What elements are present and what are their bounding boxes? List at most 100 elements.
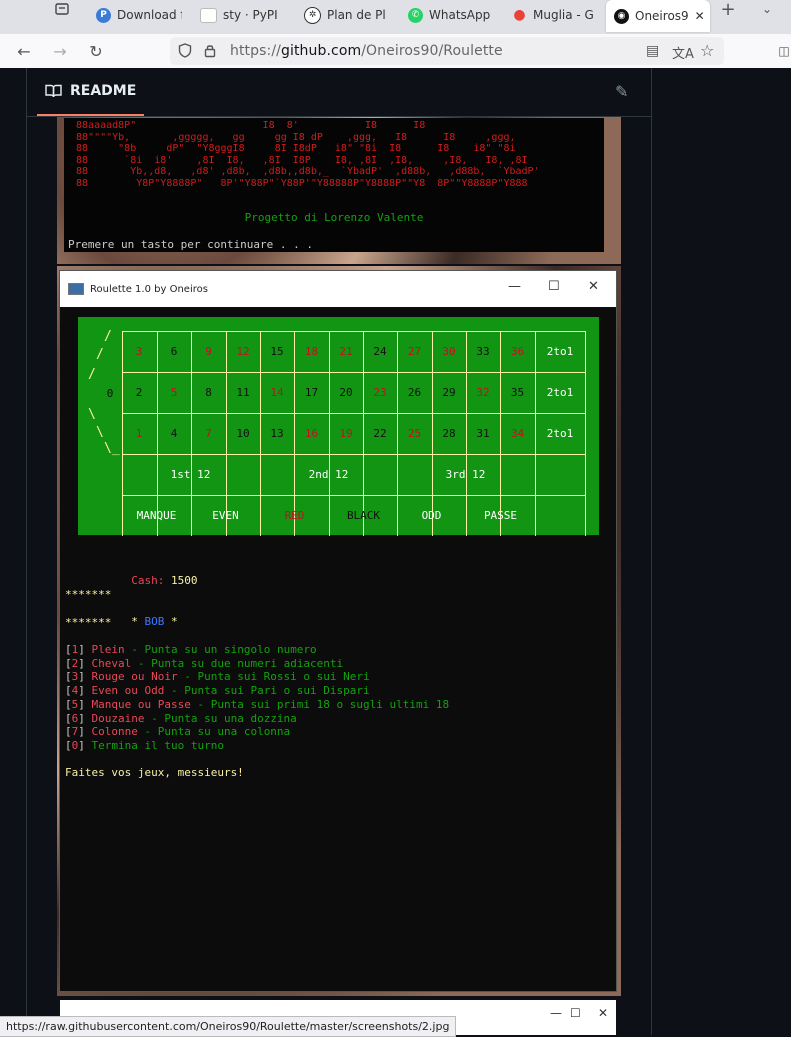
- menu-option[interactable]: [0] Termina il tuo turno: [65, 739, 224, 752]
- number-cell[interactable]: 4: [157, 427, 191, 440]
- menu-option[interactable]: [3] Rouge ou Noir - Punta sui Rossi o su…: [65, 670, 370, 683]
- number-cell[interactable]: 14: [260, 386, 294, 399]
- chevron-down-icon[interactable]: ⌄: [755, 0, 779, 18]
- close-button[interactable]: ✕: [598, 1006, 608, 1020]
- readme-header: README ✎: [27, 68, 651, 117]
- tab-list-icon[interactable]: [50, 0, 74, 18]
- readme-box: README ✎ 88aaaad8P" I8 8' I8 I8 88""""Yb…: [26, 68, 652, 1035]
- number-cell[interactable]: 28: [432, 427, 466, 440]
- grid-line: [122, 413, 585, 414]
- chatgpt-icon: ✲: [304, 6, 321, 24]
- dozen-cell[interactable]: 3rd 12: [397, 468, 534, 481]
- tab-pypi[interactable]: sty · PyPI: [200, 0, 280, 30]
- forward-button[interactable]: →: [48, 39, 72, 63]
- close-button[interactable]: ✕: [588, 279, 599, 294]
- outside-bet-cell[interactable]: BLACK: [329, 509, 398, 522]
- tab-github[interactable]: ◉ Oneiros9 ✕: [606, 0, 710, 32]
- credit-text: Progetto di Lorenzo Valente: [244, 211, 424, 224]
- table-edge: /: [96, 347, 104, 362]
- reload-button[interactable]: ↻: [84, 39, 108, 63]
- close-icon[interactable]: ✕: [695, 9, 705, 23]
- console-window: Roulette 1.0 by Oneiros — ☐ ✕ / / / \ \ …: [60, 271, 616, 991]
- column-bet-cell[interactable]: 2to1: [535, 427, 585, 440]
- menu-option[interactable]: [6] Douzaine - Punta su una dozzina: [65, 712, 297, 725]
- menu-option[interactable]: [2] Cheval - Punta su due numeri adiacen…: [65, 657, 343, 670]
- zero-cell[interactable]: 0: [100, 387, 120, 400]
- number-cell[interactable]: 26: [397, 386, 432, 399]
- menu-option[interactable]: [7] Colonne - Punta su una colonna: [65, 725, 290, 738]
- status-bar-url: https://raw.githubusercontent.com/Oneiro…: [0, 1016, 457, 1037]
- outside-bet-cell[interactable]: RED: [260, 509, 329, 522]
- star-icon[interactable]: ☆: [700, 41, 714, 60]
- number-cell[interactable]: 32: [466, 386, 500, 399]
- press-key-text: Premere un tasto per continuare . . .: [68, 238, 314, 251]
- number-cell[interactable]: 7: [191, 427, 226, 440]
- number-cell[interactable]: 21: [329, 345, 363, 358]
- number-cell[interactable]: 31: [466, 427, 500, 440]
- number-cell[interactable]: 9: [191, 345, 226, 358]
- url-text: https://github.com/Oneiros90/Roulette: [230, 43, 503, 59]
- number-cell[interactable]: 6: [157, 345, 191, 358]
- window-titlebar: Roulette 1.0 by Oneiros — ☐ ✕: [60, 271, 616, 307]
- number-cell[interactable]: 17: [294, 386, 329, 399]
- number-cell[interactable]: 10: [226, 427, 260, 440]
- dozen-cell[interactable]: 1st 12: [122, 468, 259, 481]
- maximize-button[interactable]: ☐: [570, 1006, 581, 1020]
- number-cell[interactable]: 35: [500, 386, 535, 399]
- number-cell[interactable]: 20: [329, 386, 363, 399]
- number-cell[interactable]: 33: [466, 345, 500, 358]
- grid-line: [122, 495, 585, 496]
- number-cell[interactable]: 25: [397, 427, 432, 440]
- menu-option[interactable]: [4] Even ou Odd - Punta sui Pari o sui D…: [65, 684, 370, 697]
- new-tab-button[interactable]: +: [716, 0, 740, 20]
- tab-plan[interactable]: ✲ Plan de Pla: [304, 0, 386, 30]
- tab-download[interactable]: P Download f: [96, 0, 182, 30]
- prompt-text: Faites vos jeux, messieurs!: [65, 766, 244, 779]
- maximize-button[interactable]: ☐: [548, 279, 560, 294]
- minimize-button[interactable]: —: [550, 1006, 562, 1020]
- number-cell[interactable]: 30: [432, 345, 466, 358]
- menu-option[interactable]: [1] Plein - Punta su un singolo numero: [65, 643, 317, 656]
- number-cell[interactable]: 23: [363, 386, 397, 399]
- number-cell[interactable]: 11: [226, 386, 260, 399]
- player-box-top: *******: [65, 588, 112, 601]
- url-bar[interactable]: https://github.com/Oneiros90/Roulette ▤ …: [170, 37, 724, 65]
- number-cell[interactable]: 22: [363, 427, 397, 440]
- number-cell[interactable]: 13: [260, 427, 294, 440]
- dozen-cell[interactable]: 2nd 12: [260, 468, 397, 481]
- outside-bet-cell[interactable]: EVEN: [191, 509, 260, 522]
- number-cell[interactable]: 1: [122, 427, 156, 440]
- translate-icon[interactable]: 文A: [672, 43, 694, 62]
- number-cell[interactable]: 34: [500, 427, 535, 440]
- number-cell[interactable]: 24: [363, 345, 397, 358]
- number-cell[interactable]: 8: [191, 386, 226, 399]
- grid-line: [122, 372, 585, 373]
- outside-bet-cell[interactable]: PASSE: [466, 509, 535, 522]
- number-cell[interactable]: 27: [397, 345, 432, 358]
- number-cell[interactable]: 3: [122, 345, 156, 358]
- tab-maps[interactable]: ● Muglia - Go: [512, 0, 594, 30]
- extensions-icon[interactable]: ◫: [772, 39, 791, 63]
- column-bet-cell[interactable]: 2to1: [535, 345, 585, 358]
- outside-bet-cell[interactable]: MANQUE: [122, 509, 191, 522]
- number-cell[interactable]: 18: [294, 345, 329, 358]
- number-cell[interactable]: 16: [294, 427, 329, 440]
- pencil-icon[interactable]: ✎: [615, 82, 633, 101]
- number-cell[interactable]: 2: [122, 386, 156, 399]
- page-icon: [200, 7, 217, 23]
- number-cell[interactable]: 12: [226, 345, 260, 358]
- number-cell[interactable]: 36: [500, 345, 535, 358]
- table-edge: /: [88, 367, 96, 382]
- tab-whatsapp[interactable]: ✆ WhatsApp: [408, 0, 498, 30]
- back-button[interactable]: ←: [12, 39, 36, 63]
- column-bet-cell[interactable]: 2to1: [535, 386, 585, 399]
- outside-bet-cell[interactable]: ODD: [397, 509, 466, 522]
- minimize-button[interactable]: —: [508, 279, 521, 294]
- readme-tab[interactable]: README: [37, 68, 145, 116]
- number-cell[interactable]: 15: [260, 345, 294, 358]
- number-cell[interactable]: 19: [329, 427, 363, 440]
- reader-view-icon[interactable]: ▤: [646, 43, 659, 59]
- number-cell[interactable]: 29: [432, 386, 466, 399]
- number-cell[interactable]: 5: [157, 386, 191, 399]
- menu-option[interactable]: [5] Manque ou Passe - Punta sui primi 18…: [65, 698, 449, 711]
